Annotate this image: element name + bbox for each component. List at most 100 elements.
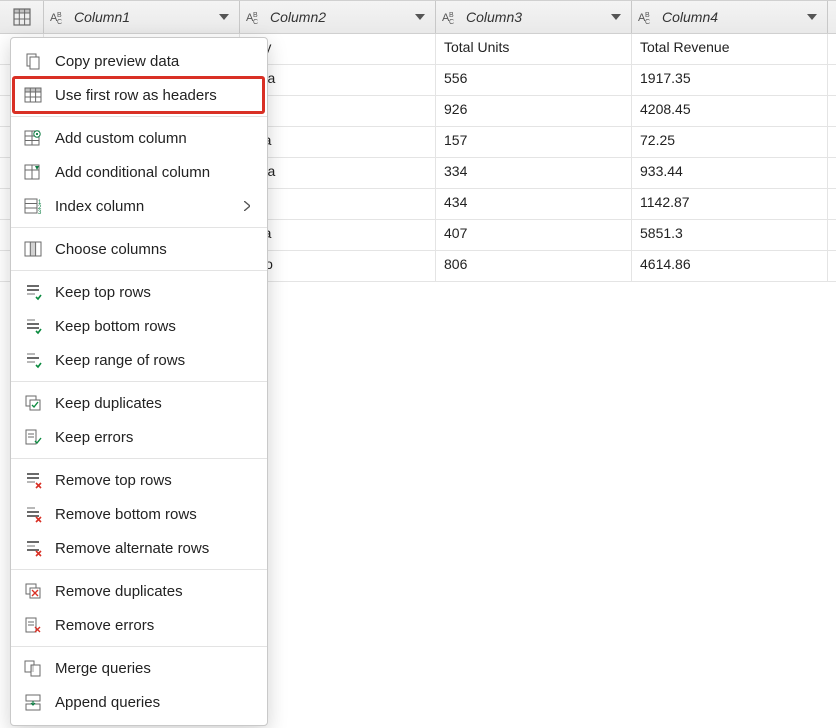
svg-text:B: B: [645, 12, 650, 19]
column-header-4[interactable]: ABC Column4: [632, 1, 828, 33]
copy-icon: [23, 51, 43, 71]
cell[interactable]: 4208.45: [632, 96, 828, 126]
column-label: Column2: [270, 9, 411, 25]
table-header-icon: [23, 85, 43, 105]
menu-separator: [11, 381, 267, 382]
menu-label: Choose columns: [55, 241, 253, 258]
column-header-2[interactable]: ABC Column2: [240, 1, 436, 33]
menu-separator: [11, 227, 267, 228]
remove-duplicates-icon: [23, 581, 43, 601]
cell[interactable]: 806: [436, 251, 632, 281]
menu-label: Remove duplicates: [55, 583, 253, 600]
svg-text:C: C: [57, 19, 62, 25]
cell[interactable]: ama: [240, 65, 436, 95]
cell[interactable]: 933.44: [632, 158, 828, 188]
menu-remove-top-rows[interactable]: Remove top rows: [11, 463, 267, 497]
cell[interactable]: A: [240, 189, 436, 219]
conditional-column-icon: [23, 162, 43, 182]
abc-type-icon: ABC: [246, 9, 266, 25]
menu-keep-top-rows[interactable]: Keep top rows: [11, 275, 267, 309]
cell[interactable]: 5851.3: [632, 220, 828, 250]
menu-label: Keep bottom rows: [55, 318, 253, 335]
svg-text:C: C: [645, 19, 650, 25]
menu-label: Add custom column: [55, 130, 253, 147]
cell[interactable]: 1142.87: [632, 189, 828, 219]
column-header-3[interactable]: ABC Column3: [436, 1, 632, 33]
svg-text:3: 3: [38, 210, 42, 215]
keep-top-rows-icon: [23, 282, 43, 302]
menu-keep-errors[interactable]: Keep errors: [11, 420, 267, 454]
cell[interactable]: 72.25: [632, 127, 828, 157]
cell[interactable]: ama: [240, 158, 436, 188]
cell[interactable]: 4614.86: [632, 251, 828, 281]
keep-bottom-rows-icon: [23, 316, 43, 336]
cell[interactable]: 556: [436, 65, 632, 95]
menu-copy-preview-data[interactable]: Copy preview data: [11, 44, 267, 78]
index-column-icon: 123: [23, 196, 43, 216]
abc-type-icon: ABC: [442, 9, 462, 25]
column-filter-dropdown[interactable]: [803, 8, 821, 26]
cell[interactable]: A: [240, 96, 436, 126]
remove-errors-icon: [23, 615, 43, 635]
cell[interactable]: 1917.35: [632, 65, 828, 95]
svg-text:B: B: [253, 12, 258, 19]
menu-remove-errors[interactable]: Remove errors: [11, 608, 267, 642]
menu-separator: [11, 116, 267, 117]
menu-merge-queries[interactable]: Merge queries: [11, 651, 267, 685]
abc-type-icon: ABC: [50, 9, 70, 25]
menu-keep-bottom-rows[interactable]: Keep bottom rows: [11, 309, 267, 343]
menu-remove-alternate-rows[interactable]: Remove alternate rows: [11, 531, 267, 565]
menu-label: Keep errors: [55, 429, 253, 446]
menu-remove-bottom-rows[interactable]: Remove bottom rows: [11, 497, 267, 531]
cell[interactable]: Total Units: [436, 34, 632, 64]
column-header-1[interactable]: ABC Column1: [44, 1, 240, 33]
menu-index-column[interactable]: 123 Index column: [11, 189, 267, 223]
column-filter-dropdown[interactable]: [215, 8, 233, 26]
menu-separator: [11, 569, 267, 570]
menu-use-first-row-as-headers[interactable]: Use first row as headers: [11, 78, 267, 112]
column-header-row: ABC Column1 ABC Column2 ABC Column3 ABC …: [0, 0, 836, 34]
menu-add-custom-column[interactable]: Add custom column: [11, 121, 267, 155]
svg-text:B: B: [57, 12, 62, 19]
menu-add-conditional-column[interactable]: Add conditional column: [11, 155, 267, 189]
menu-keep-range-of-rows[interactable]: Keep range of rows: [11, 343, 267, 377]
menu-label: Merge queries: [55, 660, 253, 677]
menu-label: Index column: [55, 198, 229, 215]
menu-separator: [11, 646, 267, 647]
menu-keep-duplicates[interactable]: Keep duplicates: [11, 386, 267, 420]
remove-alternate-rows-icon: [23, 538, 43, 558]
cell[interactable]: Total Revenue: [632, 34, 828, 64]
menu-append-queries[interactable]: Append queries: [11, 685, 267, 719]
cell[interactable]: ada: [240, 127, 436, 157]
menu-separator: [11, 458, 267, 459]
column-filter-dropdown[interactable]: [607, 8, 625, 26]
cell[interactable]: ntry: [240, 34, 436, 64]
choose-columns-icon: [23, 239, 43, 259]
cell[interactable]: 334: [436, 158, 632, 188]
menu-choose-columns[interactable]: Choose columns: [11, 232, 267, 266]
cell[interactable]: 434: [436, 189, 632, 219]
menu-label: Remove bottom rows: [55, 506, 253, 523]
column-label: Column4: [662, 9, 803, 25]
column-filter-dropdown[interactable]: [411, 8, 429, 26]
svg-text:C: C: [253, 19, 258, 25]
cell[interactable]: xico: [240, 251, 436, 281]
svg-text:C: C: [449, 19, 454, 25]
append-queries-icon: [23, 692, 43, 712]
table-context-menu: Copy preview data Use first row as heade…: [10, 37, 268, 726]
menu-remove-duplicates[interactable]: Remove duplicates: [11, 574, 267, 608]
cell[interactable]: 926: [436, 96, 632, 126]
menu-label: Keep range of rows: [55, 352, 253, 369]
remove-top-rows-icon: [23, 470, 43, 490]
cell[interactable]: ada: [240, 220, 436, 250]
chevron-right-icon: [241, 201, 253, 211]
cell[interactable]: 407: [436, 220, 632, 250]
menu-label: Add conditional column: [55, 164, 253, 181]
table-corner-button[interactable]: [0, 1, 44, 33]
svg-text:B: B: [449, 12, 454, 19]
cell[interactable]: 157: [436, 127, 632, 157]
menu-label: Remove errors: [55, 617, 253, 634]
remove-bottom-rows-icon: [23, 504, 43, 524]
table-icon: [13, 8, 31, 26]
menu-label: Remove top rows: [55, 472, 253, 489]
